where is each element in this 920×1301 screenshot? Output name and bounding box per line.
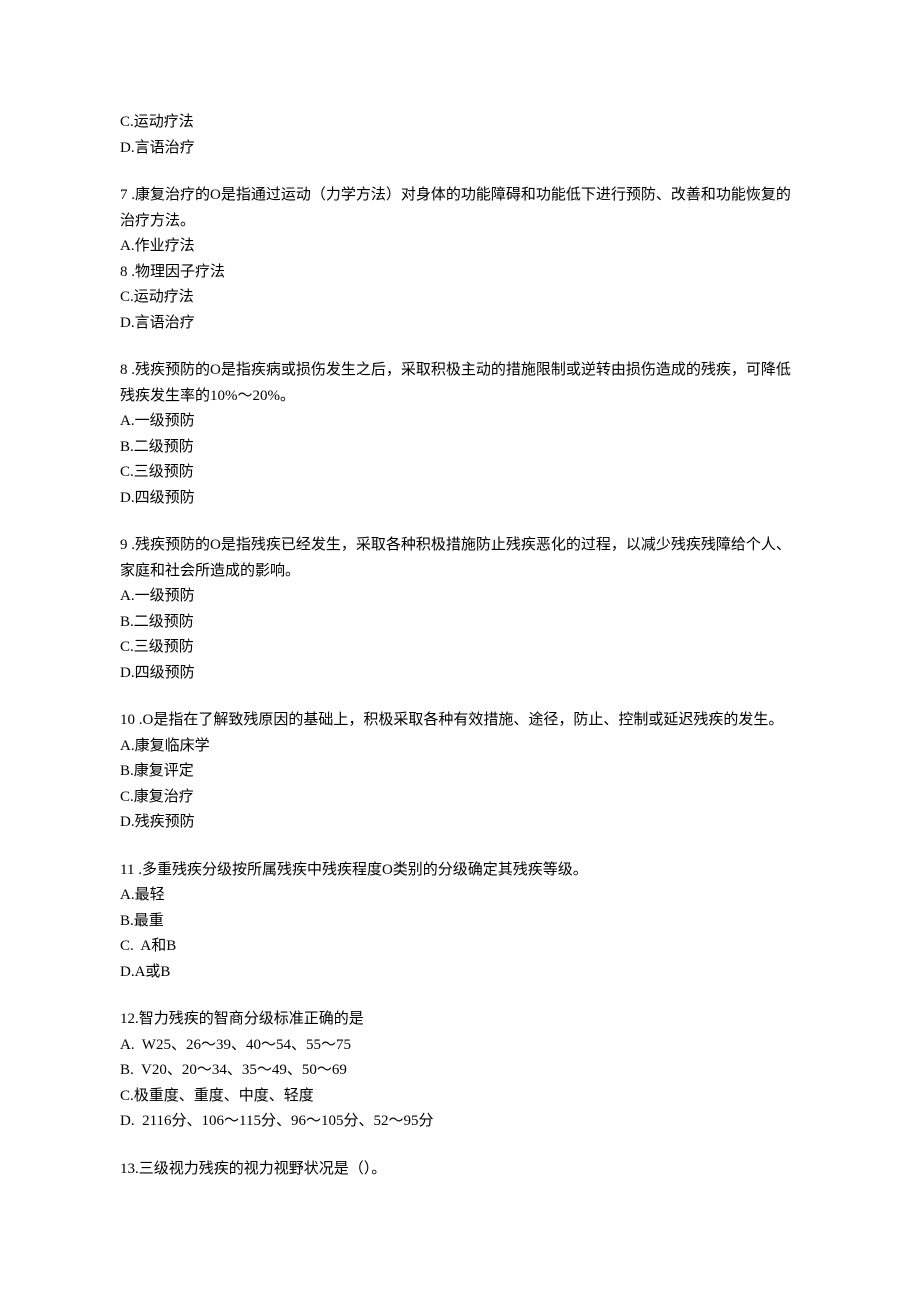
option-d: D.A或B: [120, 960, 800, 986]
question-stem: 8 .残疾预防的O是指疾病或损伤发生之后，采取积极主动的措施限制或逆转由损伤造成…: [120, 358, 800, 409]
option-d: D.言语治疗: [120, 311, 800, 337]
option-b: 8 .物理因子疗法: [120, 260, 800, 286]
question-9: 9 .残疾预防的O是指残疾已经发生，采取各种积极措施防止残疾恶化的过程，以减少残…: [120, 533, 800, 686]
question-stem: 12.智力残疾的智商分级标准正确的是: [120, 1007, 800, 1033]
question-stem: 9 .残疾预防的O是指残疾已经发生，采取各种积极措施防止残疾恶化的过程，以减少残…: [120, 533, 800, 584]
option-b: B.二级预防: [120, 610, 800, 636]
question-8: 8 .残疾预防的O是指疾病或损伤发生之后，采取积极主动的措施限制或逆转由损伤造成…: [120, 358, 800, 511]
option-d: D.残疾预防: [120, 810, 800, 836]
option-d: D. 2116分、106〜115分、96〜105分、52〜95分: [120, 1109, 800, 1135]
question-7: 7 .康复治疗的O是指通过运动（力学方法）对身体的功能障碍和功能低下进行预防、改…: [120, 183, 800, 336]
option-c: C.康复治疗: [120, 785, 800, 811]
option-b: B.最重: [120, 909, 800, 935]
option-b: B.二级预防: [120, 435, 800, 461]
option-a: A.一级预防: [120, 409, 800, 435]
option-d: D.言语治疗: [120, 136, 800, 162]
option-c: C.运动疗法: [120, 285, 800, 311]
question-stem: 7 .康复治疗的O是指通过运动（力学方法）对身体的功能障碍和功能低下进行预防、改…: [120, 183, 800, 234]
option-b: B. V20、20〜34、35〜49、50〜69: [120, 1058, 800, 1084]
option-c: C.三级预防: [120, 460, 800, 486]
option-c: C. A和B: [120, 934, 800, 960]
option-c: C.运动疗法: [120, 110, 800, 136]
option-c: C.三级预防: [120, 635, 800, 661]
option-d: D.四级预防: [120, 661, 800, 687]
option-a: A. W25、26〜39、40〜54、55〜75: [120, 1033, 800, 1059]
option-c: C.极重度、重度、中度、轻度: [120, 1084, 800, 1110]
document-page: C.运动疗法 D.言语治疗 7 .康复治疗的O是指通过运动（力学方法）对身体的功…: [0, 0, 920, 1301]
question-stem: 13.三级视力残疾的视力视野状况是（）。: [120, 1157, 800, 1183]
option-a: A.康复临床学: [120, 734, 800, 760]
question-11: 11 .多重残疾分级按所属残疾中残疾程度O类别的分级确定其残疾等级。 A.最轻 …: [120, 858, 800, 986]
question-6-options: C.运动疗法 D.言语治疗: [120, 110, 800, 161]
question-stem: 11 .多重残疾分级按所属残疾中残疾程度O类别的分级确定其残疾等级。: [120, 858, 800, 884]
question-10: 10 .O是指在了解致残原因的基础上，积极采取各种有效措施、途径，防止、控制或延…: [120, 708, 800, 836]
option-a: A.作业疗法: [120, 234, 800, 260]
option-a: A.最轻: [120, 883, 800, 909]
option-d: D.四级预防: [120, 486, 800, 512]
question-13: 13.三级视力残疾的视力视野状况是（）。: [120, 1157, 800, 1183]
option-a: A.一级预防: [120, 584, 800, 610]
question-12: 12.智力残疾的智商分级标准正确的是 A. W25、26〜39、40〜54、55…: [120, 1007, 800, 1135]
question-stem: 10 .O是指在了解致残原因的基础上，积极采取各种有效措施、途径，防止、控制或延…: [120, 708, 800, 734]
option-b: B.康复评定: [120, 759, 800, 785]
